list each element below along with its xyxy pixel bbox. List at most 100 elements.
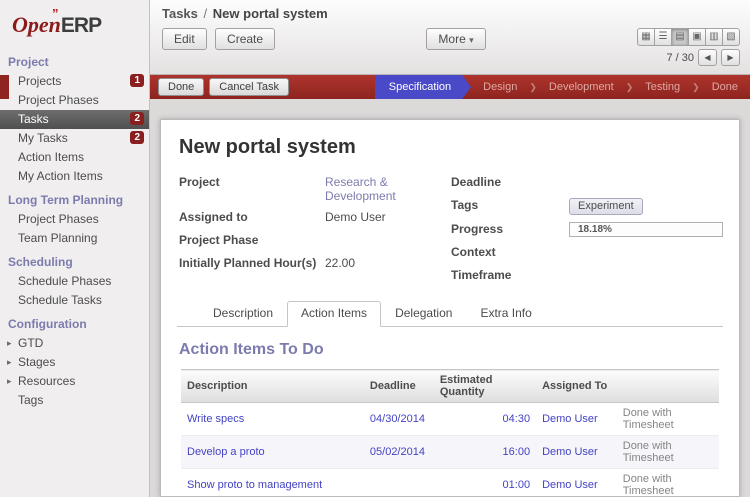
more-button[interactable]: More ▾ — [426, 28, 485, 50]
sidebar-section-long-term-planning: Long Term Planning — [0, 186, 149, 210]
tab-action-items[interactable]: Action Items — [287, 301, 381, 327]
pager-next-button[interactable]: ▶ — [721, 49, 740, 66]
app-window: OpenERP ” Project Projects 1 Project Pha… — [0, 0, 750, 497]
assigned-user-link[interactable]: Demo User — [542, 413, 598, 425]
assigned-user-link[interactable]: Demo User — [542, 479, 598, 491]
pager: 7 / 30 ◀ ▶ — [666, 49, 740, 66]
breadcrumb-current: New portal system — [213, 6, 328, 21]
sidebar-item-team-planning[interactable]: Team Planning — [0, 229, 149, 248]
chevron-right-icon: ▶ — [727, 53, 733, 62]
sidebar-item-schedule-phases[interactable]: Schedule Phases — [0, 272, 149, 291]
list-view-button[interactable]: ☰ — [654, 28, 672, 46]
kanban-view-button[interactable]: ▦ — [637, 28, 655, 46]
field-column-left: Project Research & Development Assigned … — [179, 175, 451, 291]
tab-delegation[interactable]: Delegation — [381, 301, 466, 326]
sidebar-item-label: Resources — [18, 374, 75, 388]
count-badge: 1 — [130, 74, 144, 87]
timesheet-note: Done with Timesheet — [623, 473, 674, 497]
assigned-user-link[interactable]: Demo User — [542, 446, 598, 458]
sidebar-collapse-handle[interactable] — [0, 75, 9, 99]
column-header-estimated-quantity[interactable]: Estimated Quantity — [434, 370, 536, 403]
sidebar-item-label: Project Phases — [18, 93, 99, 107]
sidebar-item-label: Tags — [18, 393, 43, 407]
more-label: More — [438, 32, 465, 46]
field-timeframe: Timeframe — [451, 268, 723, 284]
pager-prev-button[interactable]: ◀ — [698, 49, 717, 66]
sidebar: OpenERP ” Project Projects 1 Project Pha… — [0, 0, 150, 497]
field-label: Context — [451, 245, 569, 259]
breadcrumb-parent[interactable]: Tasks — [162, 6, 198, 21]
action-items-table-wrap: Description Deadline Estimated Quantity … — [177, 369, 723, 497]
field-label: Tags — [451, 198, 569, 212]
field-context: Context — [451, 245, 723, 261]
field-column-right: Deadline Tags Experiment Progress 18.18% — [451, 175, 723, 291]
toolbar-center: More ▾ — [275, 28, 637, 50]
column-header-deadline[interactable]: Deadline — [364, 370, 434, 403]
column-header-assigned-to[interactable]: Assigned To — [536, 370, 617, 403]
sidebar-item-gtd[interactable]: ▸ GTD — [0, 334, 149, 353]
create-button[interactable]: Create — [215, 28, 275, 50]
notebook-tabs: Description Action Items Delegation Extr… — [177, 301, 723, 327]
stage-development[interactable]: Development — [537, 75, 626, 99]
quantity-cell: 16:00 — [503, 446, 531, 458]
sidebar-item-my-tasks[interactable]: My Tasks 2 — [0, 129, 149, 148]
sidebar-item-action-items[interactable]: Action Items — [0, 148, 149, 167]
deadline-cell: 04/30/2014 — [370, 413, 425, 425]
sidebar-item-projects[interactable]: Projects 1 — [0, 72, 149, 91]
stage-testing[interactable]: Testing — [633, 75, 692, 99]
field-grid: Project Research & Development Assigned … — [179, 175, 723, 291]
sidebar-item-resources[interactable]: ▸ Resources — [0, 372, 149, 391]
form-view-button[interactable]: ▤ — [671, 28, 689, 46]
task-description-link[interactable]: Write specs — [187, 413, 244, 425]
calendar-view-button[interactable]: ▣ — [688, 28, 706, 46]
tab-description[interactable]: Description — [199, 301, 287, 326]
toolbar-right: ▦ ☰ ▤ ▣ ▥ ▧ 7 / 30 ◀ ▶ — [637, 28, 740, 66]
task-description-link[interactable]: Show proto to management — [187, 479, 322, 491]
sidebar-item-my-action-items[interactable]: My Action Items — [0, 167, 149, 186]
edit-button[interactable]: Edit — [162, 28, 207, 50]
timesheet-note: Done with Timesheet — [623, 407, 674, 431]
tab-extra-info[interactable]: Extra Info — [466, 301, 545, 326]
toolbar-left: Edit Create — [162, 28, 275, 50]
calendar-view-icon: ▣ — [692, 31, 701, 42]
stage-chevron-icon: ❯ — [626, 75, 634, 99]
quantity-cell: 04:30 — [503, 413, 531, 425]
graph-view-icon: ▧ — [726, 31, 735, 42]
list-view-icon: ☰ — [659, 31, 668, 42]
sidebar-item-label: GTD — [18, 336, 43, 350]
table-row[interactable]: Write specs 04/30/2014 04:30 Demo User D… — [181, 403, 719, 436]
cancel-task-button[interactable]: Cancel Task — [209, 78, 289, 96]
sidebar-item-ltp-project-phases[interactable]: Project Phases — [0, 210, 149, 229]
stage-done[interactable]: Done — [700, 75, 750, 99]
project-link[interactable]: Research & Development — [325, 175, 451, 203]
planned-hours-value: 22.00 — [325, 256, 355, 270]
logo-accent: ” — [52, 6, 59, 21]
sidebar-item-tags[interactable]: Tags — [0, 391, 149, 410]
column-header-description[interactable]: Description — [181, 370, 364, 403]
breadcrumb-separator: / — [202, 6, 210, 21]
gantt-view-button[interactable]: ▥ — [705, 28, 723, 46]
form-view-icon: ▤ — [675, 31, 684, 42]
kanban-view-icon: ▦ — [641, 31, 650, 42]
stage-design[interactable]: Design — [471, 75, 529, 99]
graph-view-button[interactable]: ▧ — [722, 28, 740, 46]
field-label: Progress — [451, 222, 569, 236]
field-label: Project — [179, 175, 325, 189]
content-area: New portal system Project Research & Dev… — [150, 99, 750, 497]
stage-specification[interactable]: Specification — [375, 75, 471, 99]
openerp-logo[interactable]: OpenERP ” — [0, 0, 149, 48]
sidebar-item-label: Action Items — [18, 150, 84, 164]
deadline-cell: 05/02/2014 — [370, 446, 425, 458]
table-row[interactable]: Develop a proto 05/02/2014 16:00 Demo Us… — [181, 436, 719, 469]
pager-text: 7 / 30 — [666, 52, 694, 64]
done-button[interactable]: Done — [158, 78, 204, 96]
logo-erp-text: ERP — [61, 14, 101, 37]
tag-experiment[interactable]: Experiment — [569, 198, 643, 215]
sidebar-item-schedule-tasks[interactable]: Schedule Tasks — [0, 291, 149, 310]
table-row[interactable]: Show proto to management 01:00 Demo User… — [181, 469, 719, 497]
sidebar-item-project-phases[interactable]: Project Phases — [0, 91, 149, 110]
task-description-link[interactable]: Develop a proto — [187, 446, 265, 458]
sidebar-item-stages[interactable]: ▸ Stages — [0, 353, 149, 372]
sidebar-item-tasks[interactable]: Tasks 2 — [0, 110, 149, 129]
field-label: Initially Planned Hour(s) — [179, 256, 325, 270]
